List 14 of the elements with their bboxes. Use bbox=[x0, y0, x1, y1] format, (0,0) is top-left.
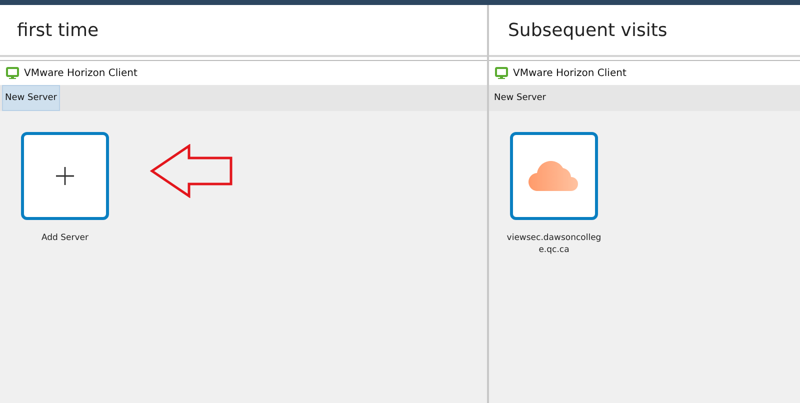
server-tile[interactable] bbox=[510, 132, 598, 220]
section-heading: Subsequent visits bbox=[489, 5, 800, 57]
cloud-icon bbox=[528, 161, 580, 191]
window-title: VMware Horizon Client bbox=[513, 68, 626, 78]
monitor-icon bbox=[495, 67, 508, 79]
plus-icon bbox=[56, 167, 74, 185]
server-tile[interactable] bbox=[21, 132, 109, 220]
window-title: VMware Horizon Client bbox=[24, 68, 138, 78]
tile-label: viewsec.dawsoncollege.qc.ca bbox=[506, 232, 602, 256]
new-server-button[interactable]: New Server bbox=[2, 85, 60, 111]
section-heading: first time bbox=[0, 5, 487, 57]
monitor-icon bbox=[6, 67, 19, 79]
new-server-button[interactable]: New Server bbox=[491, 85, 550, 111]
tile-label: Add Server bbox=[40, 232, 90, 244]
